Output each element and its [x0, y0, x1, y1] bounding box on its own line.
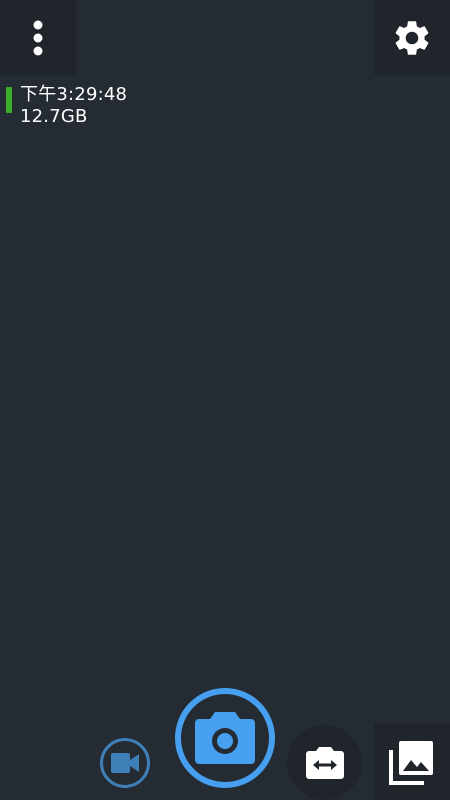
status-overlay: 下午3:29:48 12.7GB — [6, 84, 127, 128]
video-mode-button[interactable] — [100, 738, 150, 788]
video-camera-icon — [111, 753, 139, 773]
menu-button[interactable] — [0, 0, 76, 75]
shutter-button[interactable] — [175, 688, 275, 788]
gear-icon — [395, 20, 429, 55]
camera-icon — [195, 712, 255, 764]
switch-camera-icon — [305, 746, 344, 779]
gallery-button[interactable] — [374, 724, 450, 800]
settings-button[interactable] — [374, 0, 450, 75]
battery-indicator — [6, 87, 12, 113]
switch-camera-button[interactable] — [287, 725, 362, 800]
time-text: 下午3:29:48 — [20, 84, 128, 105]
status-text: 下午3:29:48 12.7GB — [20, 84, 127, 128]
storage-text: 12.7GB — [20, 106, 88, 127]
more-vert-icon — [33, 20, 43, 55]
gallery-icon — [389, 741, 433, 785]
camera-viewfinder[interactable]: 下午3:29:48 12.7GB — [0, 0, 450, 800]
